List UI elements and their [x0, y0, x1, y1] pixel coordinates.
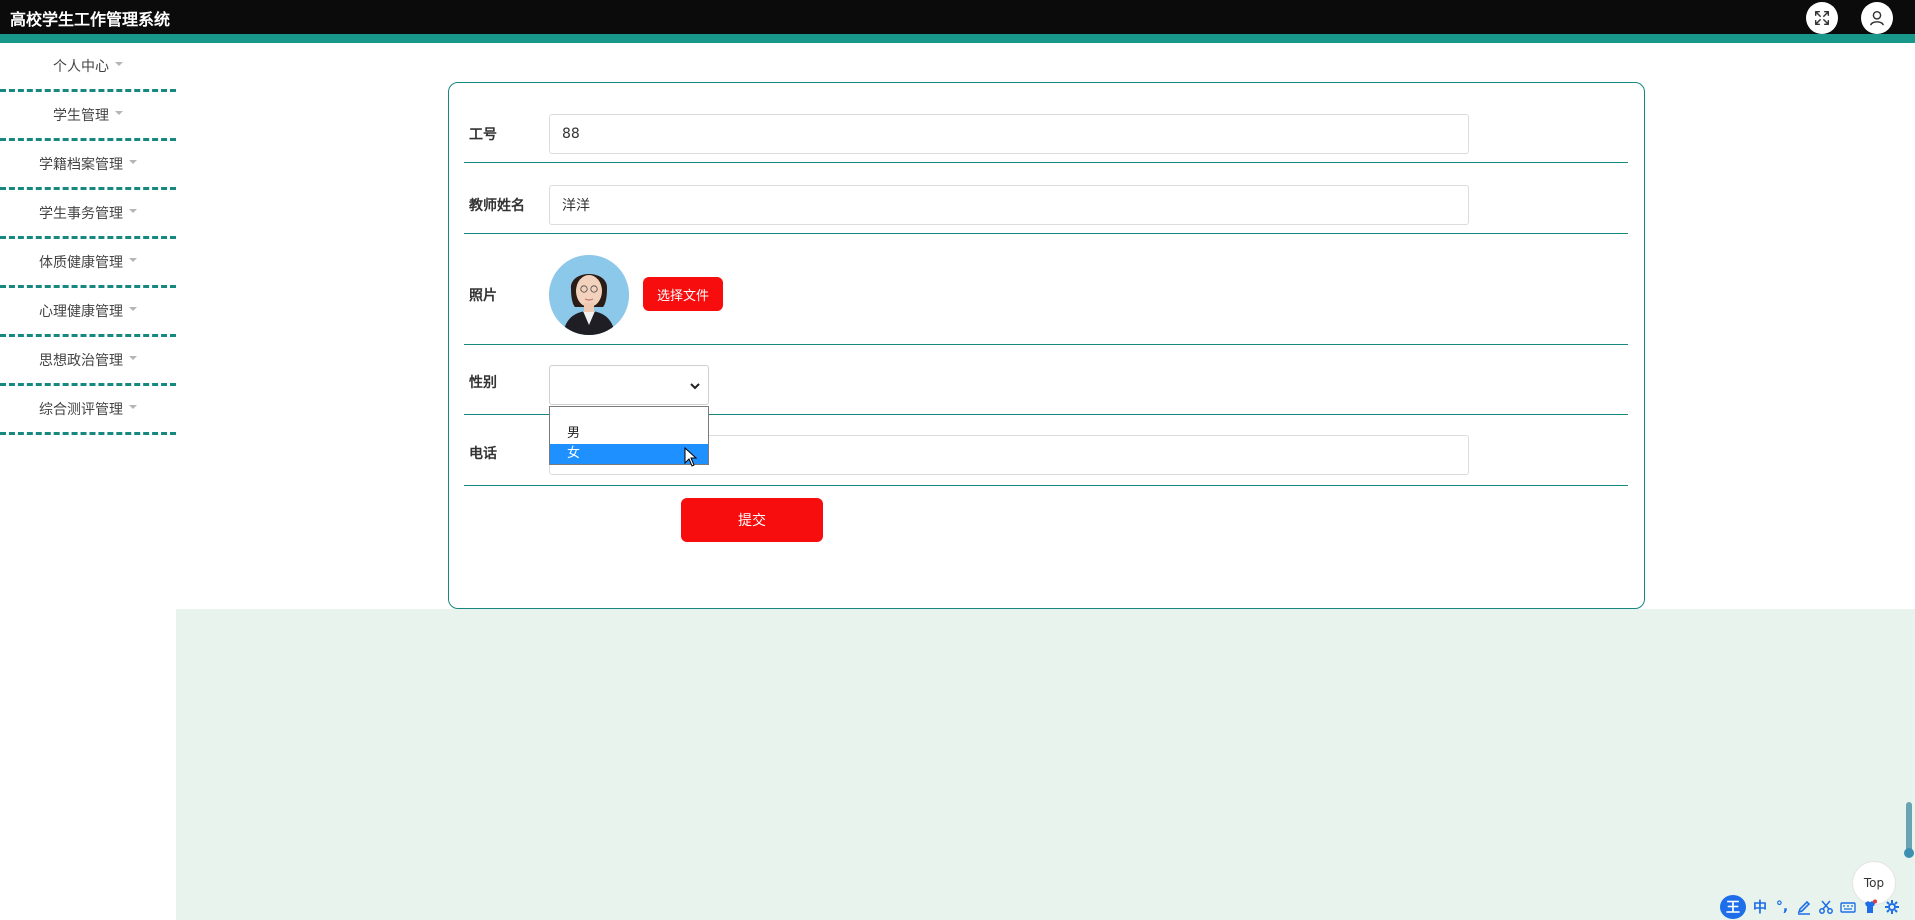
- ime-punctuation-toggle[interactable]: °,: [1774, 899, 1790, 915]
- sidebar-item-student-records[interactable]: 学籍档案管理: [0, 141, 176, 190]
- job-no-input[interactable]: [549, 114, 1469, 154]
- photo-label: 照片: [469, 288, 497, 304]
- sidebar-item-mental-health[interactable]: 心理健康管理: [0, 288, 176, 337]
- sidebar-item-label: 心理健康管理: [39, 304, 123, 320]
- gender-label: 性别: [469, 375, 497, 391]
- skin-icon[interactable]: [1862, 899, 1878, 915]
- sidebar-item-student-management[interactable]: 学生管理: [0, 92, 176, 141]
- gender-dropdown: 男 女: [549, 406, 709, 467]
- teacher-form-card: 工号 教师姓名 照片 性别 电话 选择文件: [448, 82, 1645, 609]
- phone-label: 电话: [469, 446, 497, 462]
- header-accent-stripe: [0, 34, 1915, 43]
- sidebar-item-personal-center[interactable]: 个人中心: [0, 43, 176, 92]
- form-row-job-no: 工号: [464, 83, 1628, 163]
- caret-down-icon: [129, 209, 137, 213]
- sidebar: 个人中心 学生管理 学籍档案管理 学生事务管理 体质健康管理 心理健康管理 思想…: [0, 43, 176, 435]
- caret-down-icon: [129, 356, 137, 360]
- job-no-label: 工号: [469, 127, 497, 143]
- form-row-photo: 照片: [464, 234, 1628, 345]
- scroll-handle[interactable]: [1904, 802, 1914, 858]
- sidebar-item-label: 学生管理: [53, 108, 109, 124]
- teacher-name-input[interactable]: [549, 185, 1469, 225]
- gender-select[interactable]: [549, 365, 709, 405]
- caret-down-icon: [115, 111, 123, 115]
- ime-mode-toggle[interactable]: 中: [1752, 897, 1768, 917]
- chevron-down-icon: [690, 383, 700, 390]
- pen-icon[interactable]: [1796, 899, 1812, 915]
- sidebar-item-student-affairs[interactable]: 学生事务管理: [0, 190, 176, 239]
- app-title: 高校学生工作管理系统: [10, 10, 171, 29]
- top-bar: 高校学生工作管理系统: [0, 0, 1915, 43]
- sidebar-item-label: 综合测评管理: [39, 402, 123, 418]
- form-row-teacher-name: 教师姓名: [464, 163, 1628, 234]
- sidebar-item-label: 体质健康管理: [39, 255, 123, 271]
- sidebar-item-comprehensive-evaluation[interactable]: 综合测评管理: [0, 386, 176, 435]
- caret-down-icon: [129, 405, 137, 409]
- sidebar-item-label: 学生事务管理: [39, 206, 123, 222]
- caret-down-icon: [129, 160, 137, 164]
- ime-logo-icon[interactable]: 王: [1720, 894, 1746, 919]
- sidebar-item-ideological-politics[interactable]: 思想政治管理: [0, 337, 176, 386]
- choose-file-button[interactable]: 选择文件: [643, 277, 723, 311]
- sidebar-item-label: 个人中心: [53, 59, 109, 75]
- caret-down-icon: [129, 307, 137, 311]
- submit-button[interactable]: 提交: [681, 498, 823, 542]
- sidebar-item-label: 思想政治管理: [39, 353, 123, 369]
- scissors-icon[interactable]: [1818, 899, 1834, 915]
- gear-icon[interactable]: [1884, 899, 1900, 915]
- teacher-name-label: 教师姓名: [469, 198, 525, 214]
- user-icon[interactable]: [1861, 2, 1893, 34]
- keyboard-icon[interactable]: [1840, 899, 1856, 915]
- ime-toolbar: 王 中 °,: [1716, 893, 1915, 920]
- caret-down-icon: [115, 62, 123, 66]
- content-background: [176, 609, 1915, 920]
- gender-option-male[interactable]: 男: [550, 424, 708, 444]
- mouse-cursor-icon: [684, 447, 698, 467]
- sidebar-item-physical-health[interactable]: 体质健康管理: [0, 239, 176, 288]
- caret-down-icon: [129, 258, 137, 262]
- fullscreen-icon[interactable]: [1806, 2, 1838, 34]
- teacher-photo: [549, 255, 629, 335]
- sidebar-item-label: 学籍档案管理: [39, 157, 123, 173]
